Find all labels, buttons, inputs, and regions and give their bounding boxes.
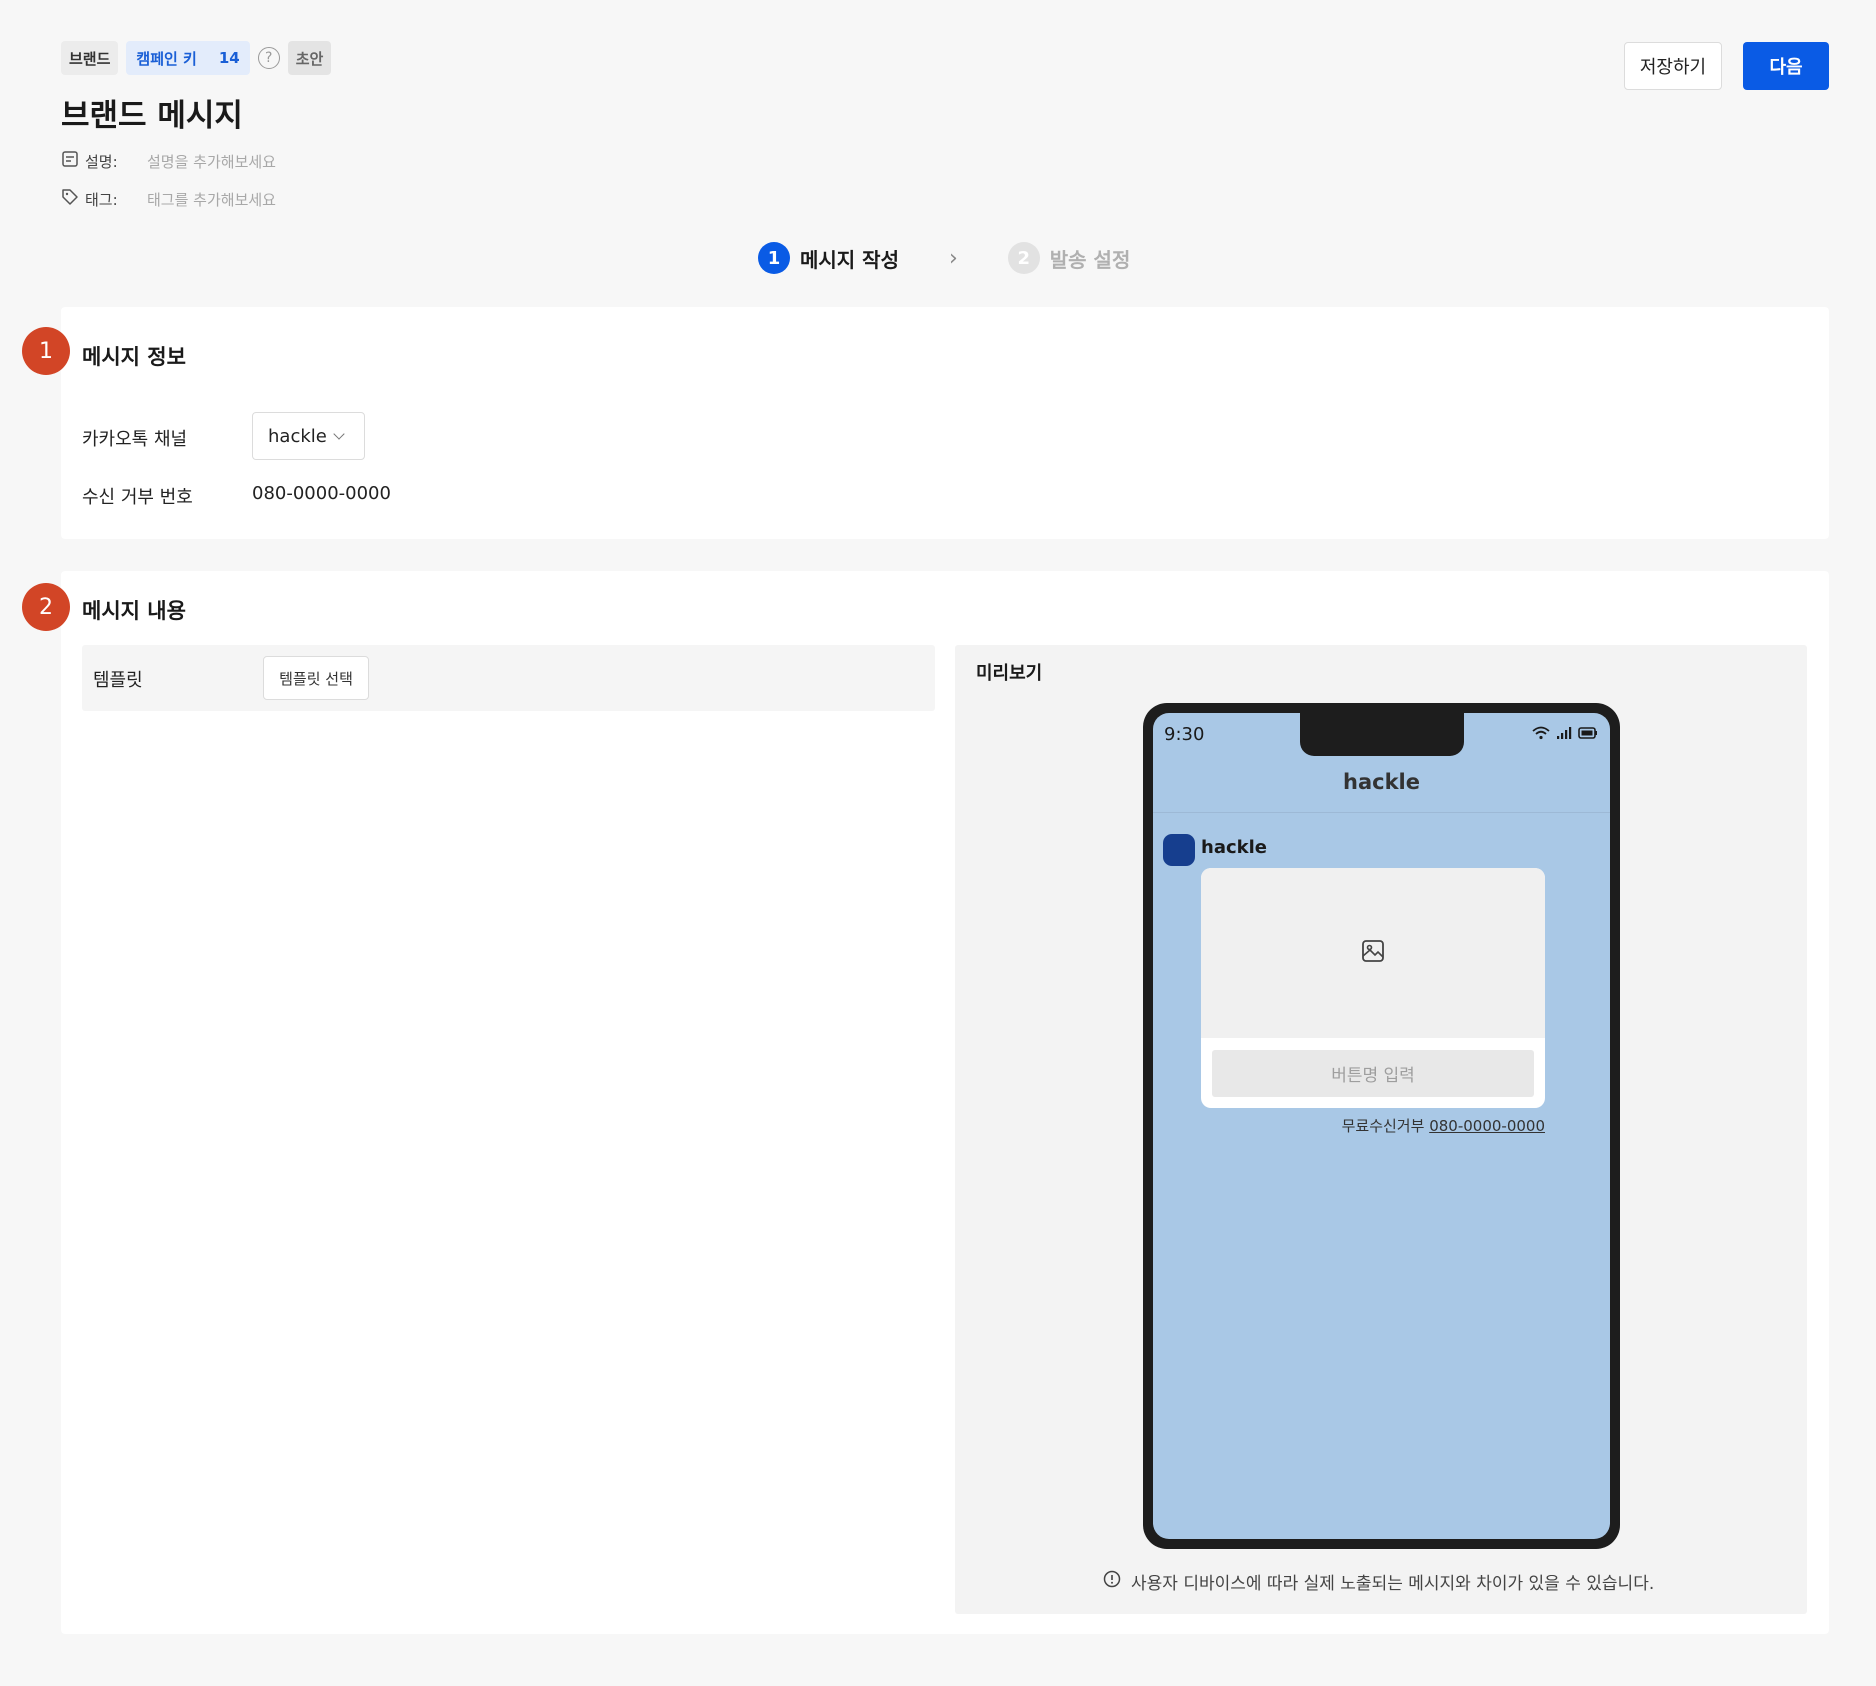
optout-label: 수신 거부 번호	[82, 487, 193, 508]
preview-panel: 미리보기 9:30 hackle hackle 버튼명 입력 무료수신거부 08…	[955, 645, 1807, 1614]
avatar	[1163, 834, 1195, 866]
step-label: 메시지 작성	[800, 247, 899, 272]
preview-notice: 사용자 디바이스에 따라 실제 노출되는 메시지와 차이가 있을 수 있습니다.	[1103, 1569, 1654, 1594]
wifi-icon	[1532, 725, 1550, 744]
signal-icon	[1556, 725, 1572, 744]
campaign-key-chip: 캠페인 키 14	[126, 41, 250, 75]
optout-footer-number: 080-0000-0000	[1429, 1117, 1545, 1135]
campaign-key-label: 캠페인 키	[136, 49, 197, 68]
notice-text: 사용자 디바이스에 따라 실제 노출되는 메시지와 차이가 있을 수 있습니다.	[1131, 1574, 1655, 1594]
step-send-settings[interactable]: 2 발송 설정	[1007, 242, 1131, 274]
next-button[interactable]: 다음	[1743, 42, 1829, 90]
phone-screen: 9:30 hackle hackle 버튼명 입력 무료수신거부 080-000…	[1153, 713, 1610, 1539]
optout-number: 080-0000-0000	[252, 483, 391, 504]
chat-divider	[1153, 812, 1610, 813]
tag-label: 태그:	[85, 190, 118, 209]
battery-icon	[1578, 725, 1598, 744]
stepper: 1 메시지 작성 › 2 발송 설정	[758, 242, 1130, 274]
tag-placeholder[interactable]: 태그를 추가해보세요	[147, 189, 276, 210]
message-content-card: 메시지 내용 템플릿 템플릿 선택 미리보기 9:30 hackle hackl…	[61, 571, 1829, 1634]
step-number: 1	[758, 242, 790, 274]
question-icon[interactable]: ?	[257, 47, 280, 69]
phone-frame: 9:30 hackle hackle 버튼명 입력 무료수신거부 080-000…	[1143, 703, 1620, 1549]
status-time: 9:30	[1164, 724, 1205, 745]
header-chips: 브랜드 캠페인 키 14 ? 초안	[61, 40, 1828, 76]
status-icons	[1532, 725, 1598, 744]
step-number: 2	[1007, 242, 1040, 274]
tag-row[interactable]: 태그: 태그를 추가해보세요	[61, 188, 276, 210]
optout-footer: 무료수신거부 080-0000-0000	[1342, 1115, 1545, 1136]
channel-label: 카카오톡 채널	[82, 429, 188, 450]
message-bubble: 버튼명 입력	[1201, 868, 1545, 1108]
section-title: 메시지 내용	[82, 599, 186, 623]
description-placeholder[interactable]: 설명을 추가해보세요	[147, 151, 276, 172]
save-button[interactable]: 저장하기	[1624, 42, 1722, 90]
bubble-button: 버튼명 입력	[1212, 1050, 1534, 1097]
step-label: 발송 설정	[1049, 247, 1131, 272]
page-title: 브랜드 메시지	[61, 98, 243, 134]
image-icon	[1361, 939, 1385, 967]
channel-select[interactable]: hackle	[252, 412, 365, 460]
image-placeholder	[1201, 868, 1545, 1038]
channel-value: hackle	[268, 425, 327, 447]
campaign-key-value: 14	[218, 49, 240, 67]
chevron-right-icon: ›	[948, 245, 958, 271]
section-title: 메시지 정보	[82, 345, 186, 369]
tag-icon	[61, 188, 79, 210]
page-header: 브랜드 캠페인 키 14 ? 초안	[61, 40, 1828, 76]
description-label: 설명:	[85, 152, 118, 171]
status-badge: 초안	[287, 41, 332, 75]
brand-chip: 브랜드	[61, 41, 119, 75]
preview-title: 미리보기	[976, 663, 1043, 684]
step-compose[interactable]: 1 메시지 작성	[758, 242, 899, 274]
chevron-down-icon	[333, 427, 345, 440]
template-label: 템플릿	[93, 670, 143, 691]
message-info-card: 메시지 정보 카카오톡 채널 hackle 수신 거부 번호 080-0000-…	[61, 307, 1829, 539]
phone-notch	[1300, 713, 1464, 756]
description-row[interactable]: 설명: 설명을 추가해보세요	[61, 150, 276, 172]
info-icon	[1103, 1570, 1121, 1593]
optout-prefix: 무료수신거부	[1341, 1117, 1425, 1135]
memo-icon	[61, 150, 79, 172]
section-number-badge: 2	[22, 583, 70, 631]
sender-name: hackle	[1201, 837, 1267, 858]
select-template-button[interactable]: 템플릿 선택	[263, 656, 369, 700]
chat-title: hackle	[1343, 770, 1420, 794]
section-number-badge: 1	[22, 327, 70, 375]
template-panel: 템플릿 템플릿 선택	[82, 645, 935, 711]
